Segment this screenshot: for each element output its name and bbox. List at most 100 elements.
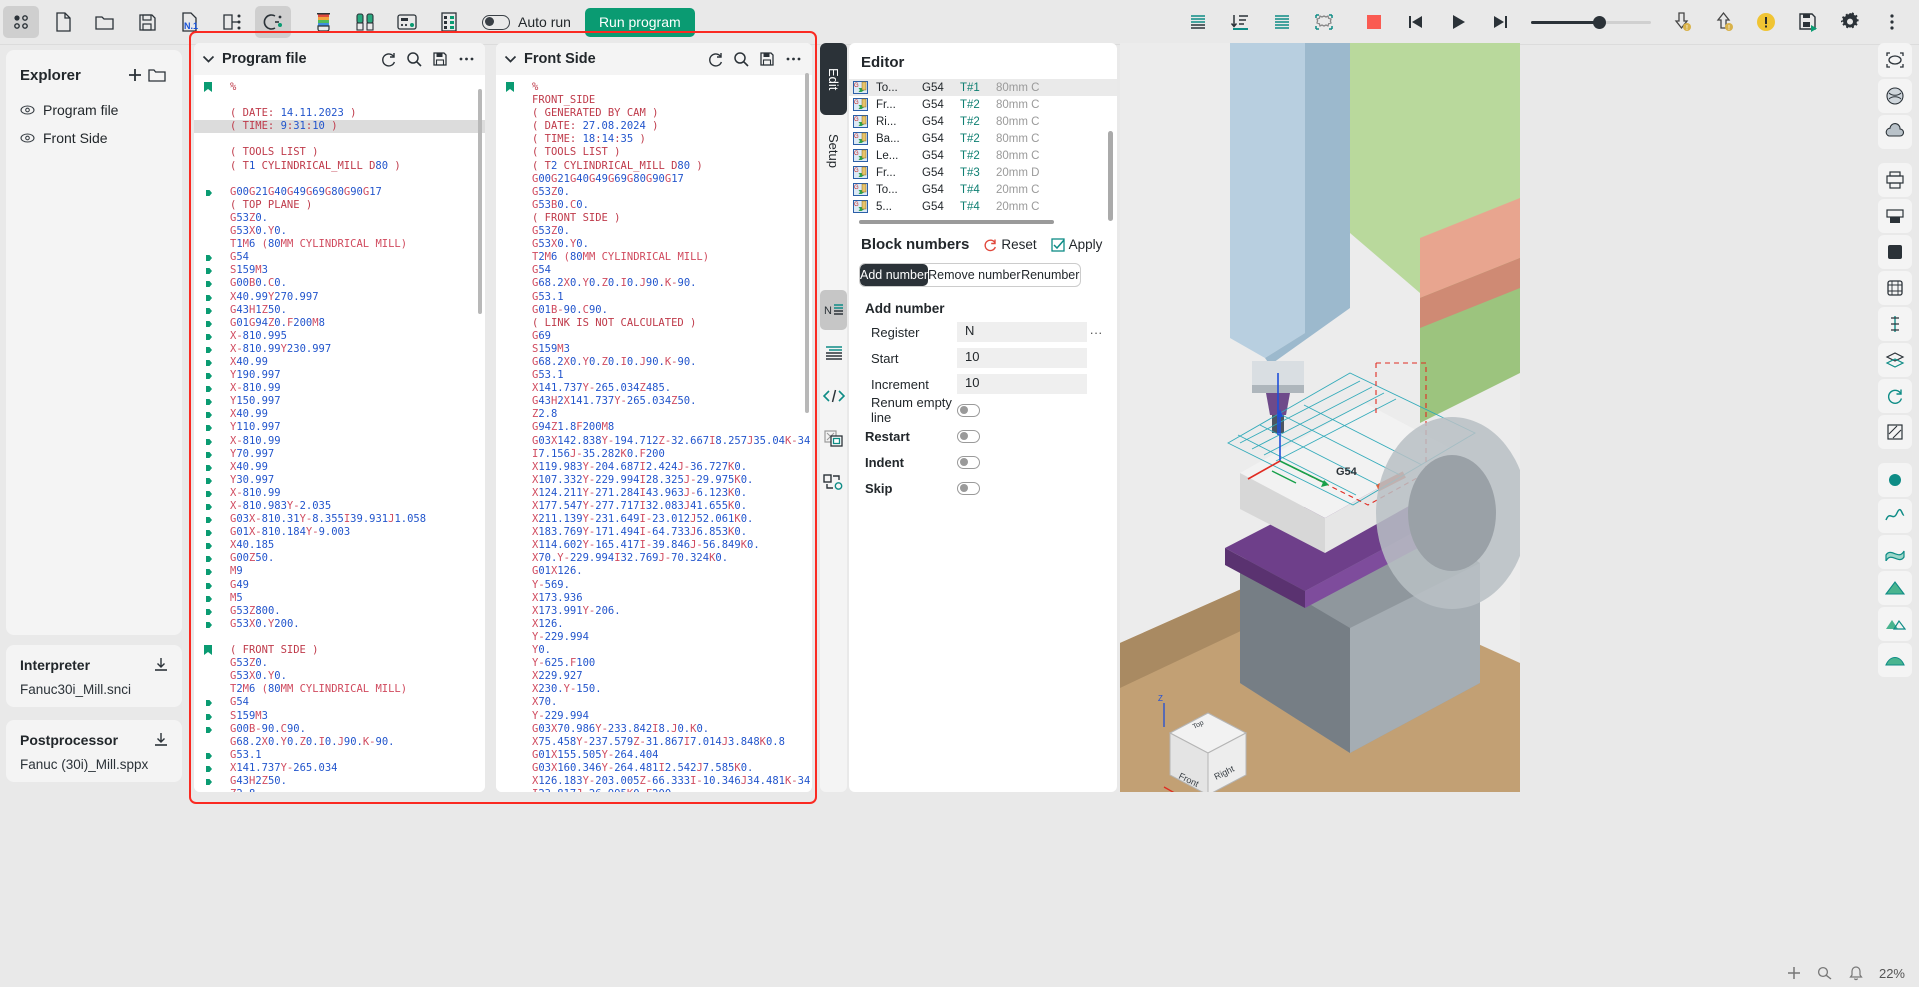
- code-line[interactable]: X230.Y-150.: [496, 683, 812, 696]
- hatch-icon[interactable]: [1878, 415, 1912, 449]
- breakpoint-icon[interactable]: [206, 189, 212, 196]
- g-code-icon[interactable]: [255, 6, 291, 38]
- code-line[interactable]: S159M3: [496, 343, 812, 356]
- code-line[interactable]: X107.332Y-229.994I28.325J-29.975K0.: [496, 474, 812, 487]
- code-line[interactable]: X141.737Y-265.034Z485.: [496, 382, 812, 395]
- code-line[interactable]: G01X155.505Y-264.404: [496, 749, 812, 762]
- code-line[interactable]: ( DATE: 27.08.2024 ): [496, 120, 812, 133]
- breakpoint-icon[interactable]: [206, 608, 212, 615]
- sidebar-item-front-side[interactable]: Front Side: [6, 124, 182, 152]
- code-line[interactable]: G53Z0.: [496, 225, 812, 238]
- code-line[interactable]: X173.991Y-206.: [496, 605, 812, 618]
- code-line[interactable]: %: [496, 81, 812, 94]
- block-numbers-icon[interactable]: N: [820, 290, 847, 330]
- table-row[interactable]: G Ri... G54 T#2 80mm C: [849, 113, 1117, 130]
- tool-list-icon[interactable]: [431, 6, 467, 38]
- surface-icon[interactable]: [1878, 535, 1912, 569]
- solid-block-icon[interactable]: [1878, 235, 1912, 269]
- breakpoint-icon[interactable]: [206, 765, 212, 772]
- code-line[interactable]: G43H2X141.737Y-265.034Z50.: [496, 395, 812, 408]
- field-toggle[interactable]: [957, 455, 980, 469]
- code-line[interactable]: G49: [194, 579, 485, 592]
- code-line[interactable]: X40.185: [194, 539, 485, 552]
- breakpoint-icon[interactable]: [206, 713, 212, 720]
- speed-slider-track[interactable]: [1531, 15, 1651, 29]
- breakpoint-icon[interactable]: [206, 307, 212, 314]
- search-icon[interactable]: [728, 46, 754, 72]
- code-line[interactable]: X119.983Y-204.687I2.424J-36.727K0.: [496, 461, 812, 474]
- table-row[interactable]: G 5... G54 T#4 20mm C: [849, 198, 1117, 215]
- code-line[interactable]: Y30.997: [194, 474, 485, 487]
- code-line[interactable]: Y70.997: [194, 448, 485, 461]
- code-line[interactable]: ( FRONT SIDE ): [194, 644, 485, 657]
- code-line[interactable]: G43H2Z50.: [194, 775, 485, 788]
- speed-slider-knob[interactable]: [1593, 15, 1607, 29]
- breakpoint-icon[interactable]: [206, 281, 212, 288]
- field-more-icon[interactable]: ···: [1087, 325, 1105, 340]
- new-file-icon[interactable]: [45, 6, 81, 38]
- table-row[interactable]: G To... G54 T#4 20mm C: [849, 181, 1117, 198]
- rotate-tool-icon[interactable]: [1878, 379, 1912, 413]
- code-line[interactable]: G68.2X0.Y0.Z0.I0.J90.K-90.: [194, 736, 485, 749]
- printer-bottom-icon[interactable]: [1878, 199, 1912, 233]
- shade-green3-icon[interactable]: [1878, 643, 1912, 677]
- code-line[interactable]: X-810.983Y-2.035: [194, 500, 485, 513]
- code-line[interactable]: M9: [194, 565, 485, 578]
- measure-tool-icon[interactable]: [1878, 307, 1912, 341]
- grid-apps-icon[interactable]: [3, 6, 39, 38]
- code-line[interactable]: X-810.99: [194, 435, 485, 448]
- breakpoint-icon[interactable]: [206, 726, 212, 733]
- code-line[interactable]: G03X-810.31Y-8.355I39.931J1.058: [194, 513, 485, 526]
- breakpoint-icon[interactable]: [206, 700, 212, 707]
- tab-edit[interactable]: Edit: [820, 43, 847, 115]
- zoom-level[interactable]: 22%: [1879, 966, 1905, 981]
- code-line[interactable]: X40.99Y270.997: [194, 291, 485, 304]
- auto-run-toggle[interactable]: Auto run: [482, 14, 571, 30]
- code-line[interactable]: G53Z0.: [194, 212, 485, 225]
- code-line[interactable]: [194, 173, 485, 186]
- code-line[interactable]: ( TOOLS LIST ): [496, 146, 812, 159]
- table-row[interactable]: G To... G54 T#1 80mm C: [849, 79, 1117, 96]
- code-line[interactable]: Z2.8: [194, 788, 485, 792]
- segment-remove-number[interactable]: Remove number: [928, 264, 1020, 286]
- breakpoint-icon[interactable]: [206, 464, 212, 471]
- code-line[interactable]: G53Z800.: [194, 605, 485, 618]
- gear-icon[interactable]: [1832, 6, 1868, 38]
- code-line[interactable]: G03X70.986Y-233.842I8.J0.K0.: [496, 723, 812, 736]
- code-line[interactable]: G54: [496, 264, 812, 277]
- field-value[interactable]: N: [957, 322, 1087, 342]
- color-stack-icon[interactable]: [305, 6, 341, 38]
- export-nodes-icon[interactable]: [213, 6, 249, 38]
- field-toggle[interactable]: [957, 481, 980, 495]
- speed-slider[interactable]: [1531, 15, 1651, 29]
- code-line[interactable]: G68.2X0.Y0.Z0.I0.J90.K-90.: [496, 277, 812, 290]
- apply-button[interactable]: Apply: [1051, 237, 1102, 252]
- cloud-shade-icon[interactable]: [1878, 115, 1912, 149]
- code-line[interactable]: G53.1: [496, 291, 812, 304]
- code-line[interactable]: [194, 631, 485, 644]
- code-line[interactable]: G00B0.C0.: [194, 277, 485, 290]
- block-numbers-segmented-control[interactable]: Add number Remove number Renumber: [859, 263, 1081, 287]
- program-file-code[interactable]: % ( DATE: 14.11.2023 )( TIME: 9:31:10 ) ( …: [194, 75, 485, 792]
- grid-block-icon[interactable]: [1878, 271, 1912, 305]
- gear-outline-icon[interactable]: [1306, 6, 1342, 38]
- breakpoint-icon[interactable]: [206, 438, 212, 445]
- code-line[interactable]: M5: [194, 592, 485, 605]
- printer-top-icon[interactable]: [1878, 163, 1912, 197]
- field-toggle[interactable]: [957, 403, 980, 417]
- code-line[interactable]: I7.156J-35.282K0.F200: [496, 448, 812, 461]
- code-line[interactable]: I23.817J-26.995K0.F200: [496, 788, 812, 792]
- refresh-icon[interactable]: [375, 46, 401, 72]
- code-line[interactable]: G53X0.Y0.: [194, 670, 485, 683]
- save-icon[interactable]: [427, 46, 453, 72]
- sort-lines-icon[interactable]: [1222, 6, 1258, 38]
- code-line[interactable]: G00G21G40G49G69G80G90G17: [194, 186, 485, 199]
- segment-add-number[interactable]: Add number: [860, 264, 929, 286]
- code-line[interactable]: G01X126.: [496, 565, 812, 578]
- download-icon[interactable]: [154, 657, 168, 673]
- code-line[interactable]: X177.547Y-277.717I32.083J41.655K0.: [496, 500, 812, 513]
- bookmark-icon[interactable]: [506, 82, 514, 92]
- search-icon[interactable]: [401, 46, 427, 72]
- breakpoint-icon[interactable]: [206, 543, 212, 550]
- breakpoint-icon[interactable]: [206, 294, 212, 301]
